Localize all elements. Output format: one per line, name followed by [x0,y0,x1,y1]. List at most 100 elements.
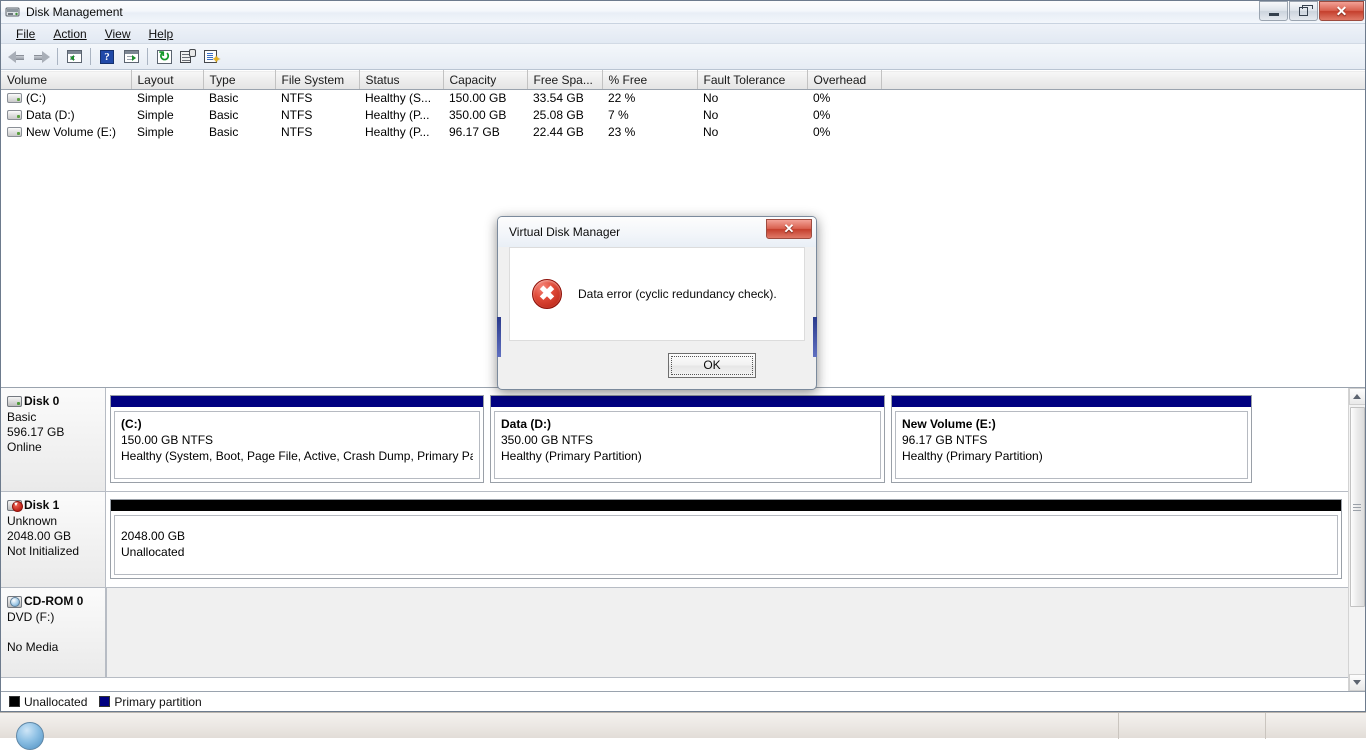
column-header-status[interactable]: Status [359,71,443,90]
show-hide-console-tree-button[interactable] [119,46,143,68]
window-controls: ✕ [1258,1,1364,21]
partition-unallocated[interactable]: 2048.00 GB Unallocated [110,499,1342,579]
column-header-volume[interactable]: Volume [1,71,131,90]
graphical-view-content: Disk 0 Basic 596.17 GB Online (C:) 150.0… [1,388,1348,691]
partition-e-details: New Volume (E:) 96.17 GB NTFS Healthy (P… [895,411,1248,479]
maximize-button[interactable] [1289,1,1318,21]
disk-1-size: 2048.00 GB [7,529,101,544]
partition-unallocated-colorbar [111,500,1341,512]
table-row[interactable]: New Volume (E:) Simple Basic NTFS Health… [1,124,1365,141]
disk-0-size: 596.17 GB [7,425,101,440]
refresh-button[interactable] [152,46,176,68]
graphical-view-pane: Disk 0 Basic 596.17 GB Online (C:) 150.0… [1,388,1365,691]
column-header-capacity[interactable]: Capacity [443,71,527,90]
drive-icon [7,93,22,103]
close-icon: ✕ [1336,4,1348,18]
cell-capacity: 96.17 GB [443,124,527,141]
drive-icon [7,110,22,120]
disk-1-type: Unknown [7,514,101,529]
dialog-message: Data error (cyclic redundancy check). [578,287,777,301]
back-button[interactable] [5,46,29,68]
table-row[interactable]: Data (D:) Simple Basic NTFS Healthy (P..… [1,107,1365,124]
dialog-title-bar: Virtual Disk Manager ✕ [498,217,816,247]
menu-file[interactable]: File [7,25,44,43]
scroll-down-button[interactable] [1349,674,1366,691]
cell-file-system: NTFS [275,124,359,141]
disk-management-window: Disk Management ✕ File Action View Help … [0,0,1366,712]
disk-1-state: Not Initialized [7,544,101,559]
partition-e-label: New Volume (E:) [902,416,1241,432]
up-one-level-icon [67,50,82,63]
scrollbar-track[interactable] [1349,405,1366,674]
disk-1-partitions: 2048.00 GB Unallocated [106,492,1348,587]
legend-label-primary-partition: Primary partition [114,695,201,709]
menu-help[interactable]: Help [140,25,183,43]
rescan-disks-button[interactable]: ✦ [200,46,224,68]
partition-e[interactable]: New Volume (E:) 96.17 GB NTFS Healthy (P… [891,395,1252,483]
drive-icon [7,127,22,137]
menu-action[interactable]: Action [44,25,95,43]
disk-0-name: Disk 0 [24,394,59,409]
minimize-button[interactable] [1259,1,1288,21]
disk-row-disk-1[interactable]: Disk 1 Unknown 2048.00 GB Not Initialize… [1,492,1348,588]
menu-view-label: View [105,27,131,41]
rescan-disks-icon: ✦ [204,50,220,64]
disk-management-icon [5,4,21,20]
legend-item-primary-partition: Primary partition [99,695,201,709]
cell-volume: (C:) [1,90,131,107]
cell-type: Basic [203,90,275,107]
show-hide-console-tree-icon [124,50,139,63]
properties-icon [180,50,196,64]
dialog-close-button[interactable]: ✕ [766,219,812,239]
ok-button[interactable]: OK [668,353,756,378]
menu-file-label: File [16,27,35,41]
partition-unallocated-status: Unallocated [121,544,1331,560]
cell-percent-free: 23 % [602,124,697,141]
menu-action-label: Action [53,27,86,41]
cell-free-space: 22.44 GB [527,124,602,141]
table-row[interactable]: (C:) Simple Basic NTFS Healthy (S... 150… [1,90,1365,107]
menu-view[interactable]: View [96,25,140,43]
disk-row-disk-0[interactable]: Disk 0 Basic 596.17 GB Online (C:) 150.0… [1,388,1348,492]
disk-0-header[interactable]: Disk 0 Basic 596.17 GB Online [1,388,106,491]
cdrom-0-header[interactable]: CD-ROM 0 DVD (F:) No Media [1,588,106,677]
ok-button-label: OK [703,358,720,372]
cd-rom-icon [7,596,22,608]
column-header-overhead[interactable]: Overhead [807,71,881,90]
scroll-up-button[interactable] [1349,388,1366,405]
help-button[interactable]: ? [95,46,119,68]
table-header-row: Volume Layout Type File System Status Ca… [1,71,1365,90]
column-header-type[interactable]: Type [203,71,275,90]
partition-c-colorbar [111,396,483,408]
partition-c[interactable]: (C:) 150.00 GB NTFS Healthy (System, Boo… [110,395,484,483]
properties-button[interactable] [176,46,200,68]
column-header-fault-tolerance[interactable]: Fault Tolerance [697,71,807,90]
window-title: Disk Management [26,5,123,19]
column-header-file-system[interactable]: File System [275,71,359,90]
close-button[interactable]: ✕ [1319,1,1364,21]
cell-volume-label: Data (D:) [26,108,75,122]
column-header-percent-free[interactable]: % Free [602,71,697,90]
disk-1-header[interactable]: Disk 1 Unknown 2048.00 GB Not Initialize… [1,492,106,587]
forward-button[interactable] [29,46,53,68]
cell-free-space: 33.54 GB [527,90,602,107]
start-button[interactable] [8,714,42,738]
graphical-view-scrollbar[interactable] [1348,388,1365,691]
dialog-left-edge-accent [497,317,501,357]
disk-row-cdrom-0[interactable]: CD-ROM 0 DVD (F:) No Media [1,588,1348,678]
cell-filler [881,107,1365,124]
cell-status: Healthy (P... [359,124,443,141]
refresh-icon [157,50,172,64]
disk-0-state: Online [7,440,101,455]
column-header-free-space[interactable]: Free Spa... [527,71,602,90]
cell-filler [881,124,1365,141]
forward-icon [32,50,50,64]
column-header-filler [881,71,1365,90]
up-one-level-button[interactable] [62,46,86,68]
partition-d-details: Data (D:) 350.00 GB NTFS Healthy (Primar… [494,411,881,479]
scrollbar-thumb[interactable] [1350,407,1365,607]
disk-0-partitions: (C:) 150.00 GB NTFS Healthy (System, Boo… [106,388,1348,491]
partition-d[interactable]: Data (D:) 350.00 GB NTFS Healthy (Primar… [490,395,885,483]
column-header-layout[interactable]: Layout [131,71,203,90]
cell-capacity: 150.00 GB [443,90,527,107]
